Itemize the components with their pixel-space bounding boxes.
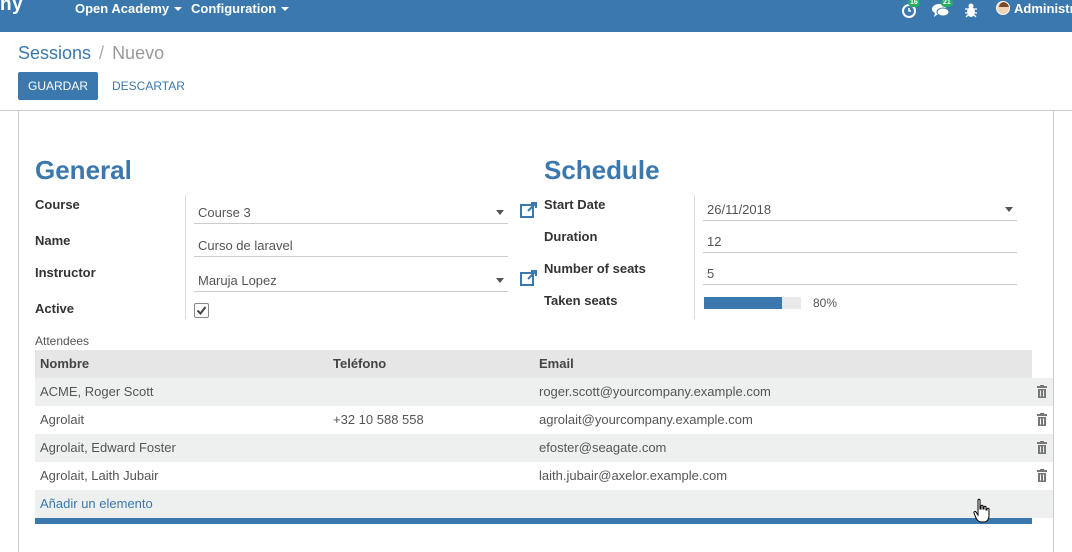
breadcrumb-sessions-link[interactable]: Sessions <box>18 43 91 64</box>
course-external-link-icon[interactable] <box>519 200 539 220</box>
instructor-value: Maruja Lopez <box>198 273 277 288</box>
schedule-label-separator <box>694 195 695 319</box>
taken-seats-progress-fill <box>704 297 782 309</box>
active-checkbox[interactable] <box>194 303 209 318</box>
chevron-down-icon <box>496 278 504 283</box>
instructor-external-link-icon[interactable] <box>519 268 539 288</box>
name-label: Name <box>35 233 71 248</box>
row-name: Agrolait, Edward Foster <box>40 440 176 455</box>
instructor-select[interactable]: Maruja Lopez <box>194 266 508 292</box>
user-menu[interactable]: Administra <box>996 0 1072 16</box>
number-of-seats-input[interactable]: 5 <box>703 259 1017 285</box>
trash-icon[interactable] <box>1037 441 1047 454</box>
table-row[interactable]: Agrolait, Edward Foster efoster@seagate.… <box>35 434 1053 462</box>
chevron-down-icon <box>496 210 504 215</box>
breadcrumb: Sessions / Nuevo <box>18 43 164 64</box>
duration-value: 12 <box>707 234 722 249</box>
table-row[interactable]: Agrolait +32 10 588 558 agrolait@yourcom… <box>35 406 1053 434</box>
table-header: Nombre Teléfono Email <box>35 350 1032 378</box>
row-phone: +32 10 588 558 <box>333 412 424 427</box>
top-navbar: ny Open Academy Configuration 16 21 Admi… <box>0 0 1072 32</box>
course-select[interactable]: Course 3 <box>194 198 508 224</box>
menu-open-academy-label: Open Academy <box>75 0 170 16</box>
table-row[interactable]: ACME, Roger Scott roger.scott@yourcompan… <box>35 378 1053 406</box>
row-email: roger.scott@yourcompany.example.com <box>539 384 771 399</box>
add-line-row: Añadir un elemento <box>35 490 1053 518</box>
breadcrumb-current: Nuevo <box>112 43 165 63</box>
chevron-down-icon <box>1005 207 1013 212</box>
trash-icon[interactable] <box>1037 385 1047 398</box>
trash-icon[interactable] <box>1037 469 1047 482</box>
schedule-title: Schedule <box>544 155 660 185</box>
table-row[interactable]: Agrolait, Laith Jubair laith.jubair@axel… <box>35 462 1053 490</box>
active-label: Active <box>35 301 75 316</box>
add-element-link[interactable]: Añadir un elemento <box>40 496 153 511</box>
attendees-label: Attendees <box>35 334 90 348</box>
row-name: ACME, Roger Scott <box>40 384 154 399</box>
row-email: laith.jubair@axelor.example.com <box>539 468 728 483</box>
course-value: Course 3 <box>198 205 251 220</box>
check-icon <box>196 306 207 316</box>
menu-open-academy[interactable]: Open Academy <box>75 0 183 24</box>
breadcrumb-separator: / <box>99 43 105 63</box>
course-label: Course <box>35 197 80 212</box>
discard-button[interactable]: DESCARTAR <box>112 72 185 100</box>
start-date-input[interactable]: 26/11/2018 <box>703 195 1017 221</box>
taken-seats-percent: 80% <box>813 296 838 310</box>
user-name: Administra <box>1014 0 1072 16</box>
number-of-seats-label: Number of seats <box>544 261 646 276</box>
row-name: Agrolait <box>40 412 85 427</box>
messages-badge: 21 <box>941 0 953 7</box>
seats-value: 5 <box>707 266 715 281</box>
activity-clock-icon[interactable]: 16 <box>901 0 920 20</box>
instructor-label: Instructor <box>35 265 96 280</box>
save-button[interactable]: GUARDAR <box>18 72 98 100</box>
hand-pointer-cursor-icon <box>973 498 990 523</box>
app-brand[interactable]: ny <box>0 0 23 16</box>
column-header-telefono[interactable]: Teléfono <box>333 356 386 371</box>
table-footer-bar <box>35 518 1032 524</box>
name-value: Curso de laravel <box>198 238 293 253</box>
general-title: General <box>35 155 132 185</box>
activity-badge: 16 <box>908 0 920 7</box>
start-date-value: 26/11/2018 <box>707 202 772 217</box>
taken-seats-label: Taken seats <box>544 293 618 308</box>
menu-configuration[interactable]: Configuration <box>191 0 290 24</box>
duration-input[interactable]: 12 <box>703 227 1017 253</box>
trash-icon[interactable] <box>1037 413 1047 426</box>
caret-down-icon <box>281 7 290 11</box>
debug-bug-icon[interactable] <box>963 2 981 20</box>
caret-down-icon <box>174 7 183 11</box>
avatar <box>996 1 1010 15</box>
column-header-nombre[interactable]: Nombre <box>40 356 89 371</box>
name-input[interactable]: Curso de laravel <box>194 231 508 257</box>
taken-seats-progress-bar <box>704 297 801 309</box>
row-email: agrolait@yourcompany.example.com <box>539 412 753 427</box>
messages-icon[interactable]: 21 <box>932 0 953 20</box>
start-date-label: Start Date <box>544 197 606 212</box>
general-label-separator <box>185 195 186 319</box>
row-name: Agrolait, Laith Jubair <box>40 468 159 483</box>
column-header-email[interactable]: Email <box>539 356 574 371</box>
row-email: efoster@seagate.com <box>539 440 667 455</box>
menu-configuration-label: Configuration <box>191 0 277 16</box>
duration-label: Duration <box>544 229 598 244</box>
